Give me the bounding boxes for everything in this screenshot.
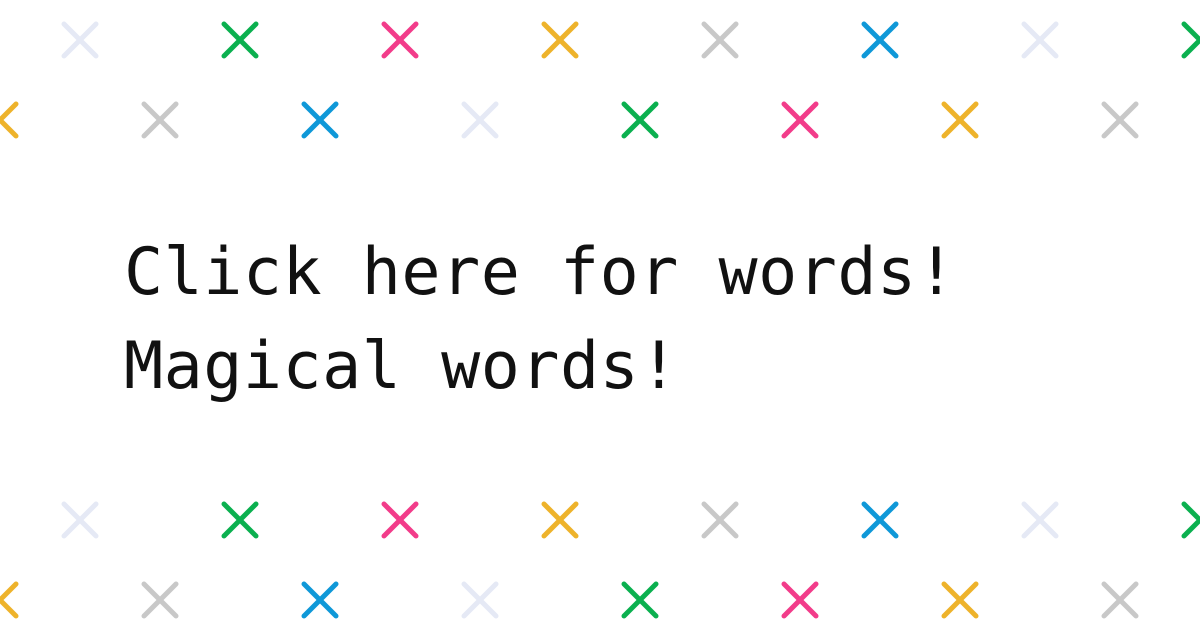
cross-icon: [221, 501, 259, 539]
cross-icon: [461, 581, 499, 619]
cross-icon: [781, 101, 819, 139]
cross-icon: [1021, 501, 1059, 539]
cross-icon: [861, 21, 899, 59]
cross-icon: [381, 21, 419, 59]
cross-icon: [221, 21, 259, 59]
cross-icon: [941, 101, 979, 139]
cross-icon: [1181, 21, 1200, 59]
cross-icon: [621, 101, 659, 139]
headline-link-text[interactable]: Click here for words! Magical words!: [124, 226, 956, 414]
cross-icon: [61, 21, 99, 59]
cross-icon: [941, 581, 979, 619]
cross-icon: [701, 501, 739, 539]
cross-icon: [141, 581, 179, 619]
cross-icon: [0, 101, 19, 139]
headline-line-2[interactable]: Magical words!: [124, 320, 956, 414]
cross-icon: [621, 581, 659, 619]
cross-icon: [541, 21, 579, 59]
cross-icon: [301, 581, 339, 619]
cross-icon: [61, 501, 99, 539]
share-card[interactable]: Click here for words! Magical words!: [0, 0, 1200, 628]
cross-icon: [1101, 581, 1139, 619]
cross-icon: [381, 501, 419, 539]
cross-icon: [781, 581, 819, 619]
cross-icon: [541, 501, 579, 539]
cross-icon: [1181, 501, 1200, 539]
cross-icon: [1021, 21, 1059, 59]
cross-icon: [701, 21, 739, 59]
cross-icon: [461, 101, 499, 139]
cross-icon: [141, 101, 179, 139]
cross-icon: [301, 101, 339, 139]
cross-icon: [861, 501, 899, 539]
cross-icon: [1101, 101, 1139, 139]
cross-icon: [0, 581, 19, 619]
headline-line-1[interactable]: Click here for words!: [124, 226, 956, 320]
